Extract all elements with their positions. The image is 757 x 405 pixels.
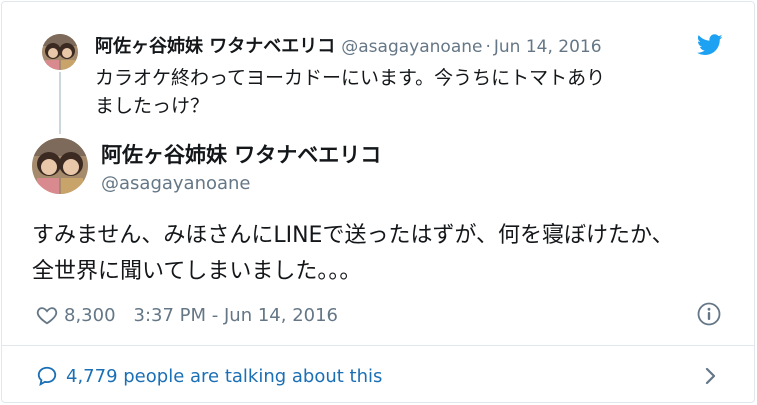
tweet-timestamp[interactable]: 3:37 PM - Jun 14, 2016 (134, 305, 338, 326)
parent-tweet-header: 阿佐ヶ谷姉妹 ワタナベエリコ @asagayanoane · Jun 14, 2016 (95, 35, 602, 59)
main-author-name[interactable]: 阿佐ヶ谷姉妹 ワタナベエリコ (101, 141, 381, 169)
heart-icon[interactable] (36, 304, 58, 326)
chevron-right-icon[interactable] (704, 366, 718, 386)
footer-divider (2, 345, 754, 346)
speech-bubble-icon (36, 365, 58, 387)
main-avatar[interactable] (32, 138, 88, 194)
parent-avatar[interactable] (42, 34, 78, 70)
main-author-handle[interactable]: @asagayanoane (101, 172, 251, 196)
info-icon[interactable] (697, 302, 721, 326)
conversation-link[interactable]: 4,779 people are talking about this (36, 362, 382, 390)
people-talking-text[interactable]: 4,779 people are talking about this (66, 366, 382, 387)
parent-tweet-date[interactable]: Jun 14, 2016 (494, 37, 602, 57)
main-tweet-text: すみません、みほさんにLINEで送ったはずが、何を寝ぼけたか、全世界に聞いてしま… (32, 223, 674, 284)
parent-author-name[interactable]: 阿佐ヶ谷姉妹 ワタナベエリコ (95, 36, 335, 57)
like-count[interactable]: 8,300 (64, 305, 116, 326)
twitter-bird-icon[interactable] (696, 34, 723, 56)
thread-connector-line (59, 72, 61, 134)
parent-author-handle[interactable]: @asagayanoane (341, 37, 482, 57)
separator-dot: · (485, 37, 491, 57)
embedded-tweet-card (1, 1, 755, 403)
tweet-meta-row: 8,300 3:37 PM - Jun 14, 2016 (36, 302, 338, 328)
parent-tweet-text: カラオケ終わってヨーカドーにいます。今うちにトマトありましたっけ？ (95, 67, 606, 117)
